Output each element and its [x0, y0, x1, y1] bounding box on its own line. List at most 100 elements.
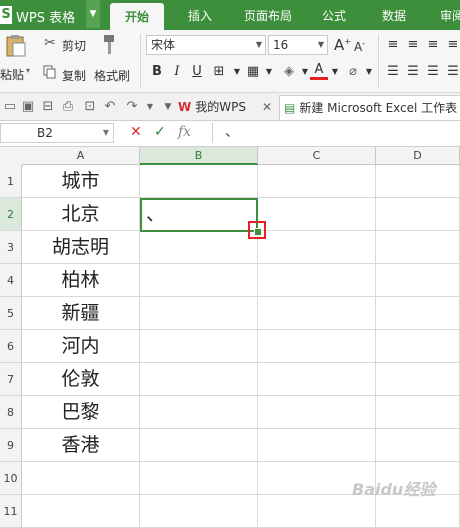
name-box[interactable]: B2 ▼: [0, 123, 114, 143]
cell-d[interactable]: [376, 297, 460, 330]
cell-a[interactable]: 柏林: [22, 264, 140, 297]
cell-b[interactable]: [140, 297, 258, 330]
justify-icon[interactable]: ☰: [444, 63, 460, 81]
row-header[interactable]: 3: [0, 231, 22, 264]
row-header[interactable]: 4: [0, 264, 22, 297]
font-size-select[interactable]: 16 ▼: [268, 35, 328, 55]
doc-tab-my-wps[interactable]: W 我的WPS ✕: [178, 95, 276, 119]
font-name-select[interactable]: 宋体 ▼: [146, 35, 266, 55]
align-middle-icon[interactable]: ≡: [404, 36, 422, 54]
cell-b[interactable]: [140, 363, 258, 396]
italic-button[interactable]: I: [168, 63, 186, 81]
cell-c[interactable]: [258, 297, 376, 330]
column-header-c[interactable]: C: [258, 147, 376, 165]
tab-review[interactable]: 审阅: [432, 0, 460, 30]
quick-access-dropdown-icon[interactable]: ▼: [142, 99, 158, 115]
borders-icon[interactable]: ⊞: [210, 63, 228, 81]
tab-formulas[interactable]: 公式: [312, 0, 356, 30]
cell-b[interactable]: [140, 330, 258, 363]
cancel-icon[interactable]: ✕: [130, 124, 142, 140]
cell-a[interactable]: 香港: [22, 429, 140, 462]
orientation-icon[interactable]: ≡: [444, 36, 460, 54]
paste-dropdown-icon[interactable]: ▾: [26, 66, 30, 75]
cell-b[interactable]: [140, 429, 258, 462]
cell-c[interactable]: [258, 231, 376, 264]
column-header-a[interactable]: A: [22, 147, 140, 165]
copy-button[interactable]: 复制: [62, 67, 86, 84]
row-header[interactable]: 11: [0, 495, 22, 528]
cell-d[interactable]: [376, 198, 460, 231]
chevron-down-icon[interactable]: ▼: [326, 63, 344, 81]
export-icon[interactable]: ⊟: [40, 99, 56, 115]
align-center-icon[interactable]: ☰: [404, 63, 422, 81]
insert-function-button[interactable]: fx: [178, 124, 191, 140]
formula-input[interactable]: 、: [212, 123, 460, 143]
cell-d[interactable]: [376, 396, 460, 429]
cell-d[interactable]: [376, 264, 460, 297]
row-header[interactable]: 1: [0, 165, 22, 198]
cell-a[interactable]: 新疆: [22, 297, 140, 330]
row-header[interactable]: 2: [0, 198, 22, 231]
cell-a[interactable]: 胡志明: [22, 231, 140, 264]
row-header[interactable]: 5: [0, 297, 22, 330]
format-painter-button[interactable]: 格式刷: [94, 67, 130, 84]
row-header[interactable]: 9: [0, 429, 22, 462]
bold-button[interactable]: B: [148, 63, 166, 81]
cut-button[interactable]: 剪切: [62, 37, 86, 54]
format-painter-icon[interactable]: [100, 34, 120, 56]
cell-c[interactable]: [258, 165, 376, 198]
align-left-icon[interactable]: ☰: [384, 63, 402, 81]
select-all-corner[interactable]: [0, 147, 23, 166]
cell-a[interactable]: [22, 495, 140, 528]
row-header[interactable]: 10: [0, 462, 22, 495]
tab-page-layout[interactable]: 页面布局: [238, 0, 298, 30]
cell-d[interactable]: [376, 429, 460, 462]
cell-b[interactable]: [140, 231, 258, 264]
copy-icon[interactable]: [42, 65, 58, 81]
row-header[interactable]: 6: [0, 330, 22, 363]
scissors-icon[interactable]: ✂: [42, 35, 58, 51]
align-right-icon[interactable]: ☰: [424, 63, 442, 81]
align-top-icon[interactable]: ≡: [384, 36, 402, 54]
underline-button[interactable]: U: [188, 63, 206, 81]
row-header[interactable]: 8: [0, 396, 22, 429]
save-icon[interactable]: ▣: [20, 99, 36, 115]
cell-c[interactable]: [258, 396, 376, 429]
cell-a[interactable]: 北京: [22, 198, 140, 231]
cell-d[interactable]: [376, 330, 460, 363]
paste-label[interactable]: 粘贴: [0, 66, 24, 83]
cell-a[interactable]: 巴黎: [22, 396, 140, 429]
cell-b[interactable]: [140, 264, 258, 297]
cell-a[interactable]: 伦敦: [22, 363, 140, 396]
cell-d[interactable]: [376, 165, 460, 198]
close-icon[interactable]: ✕: [262, 95, 272, 119]
cell-d[interactable]: [376, 363, 460, 396]
cell-a[interactable]: 河内: [22, 330, 140, 363]
cell-c[interactable]: [258, 198, 376, 231]
print-preview-icon[interactable]: ⊡: [82, 99, 98, 115]
chevron-down-icon[interactable]: ▼: [260, 63, 278, 81]
column-header-b[interactable]: B: [140, 147, 258, 165]
column-header-d[interactable]: D: [376, 147, 460, 165]
cell-c[interactable]: [258, 429, 376, 462]
cell-b[interactable]: [140, 165, 258, 198]
cell-b[interactable]: [140, 396, 258, 429]
folder-icon[interactable]: ▭: [2, 99, 18, 115]
undo-icon[interactable]: ↶: [102, 99, 118, 115]
redo-icon[interactable]: ↷: [124, 99, 140, 115]
cell-c[interactable]: [258, 363, 376, 396]
tab-home[interactable]: 开始: [110, 3, 164, 30]
tab-insert[interactable]: 插入: [178, 0, 222, 30]
grow-font-button[interactable]: A+: [334, 36, 351, 54]
cell-b[interactable]: [140, 462, 258, 495]
chevron-down-icon[interactable]: ▼: [360, 63, 378, 81]
cell-c[interactable]: [258, 330, 376, 363]
cell-c[interactable]: [258, 264, 376, 297]
print-icon[interactable]: ⎙: [60, 99, 76, 115]
cell-b[interactable]: [140, 495, 258, 528]
tab-list-icon[interactable]: ▼: [160, 99, 176, 115]
app-menu-button[interactable]: S WPS 表格 ▼: [0, 0, 100, 28]
tab-data[interactable]: 数据: [372, 0, 416, 30]
doc-tab-excel[interactable]: ▤ 新建 Microsoft Excel 工作表: [279, 95, 460, 120]
cell-a[interactable]: [22, 462, 140, 495]
